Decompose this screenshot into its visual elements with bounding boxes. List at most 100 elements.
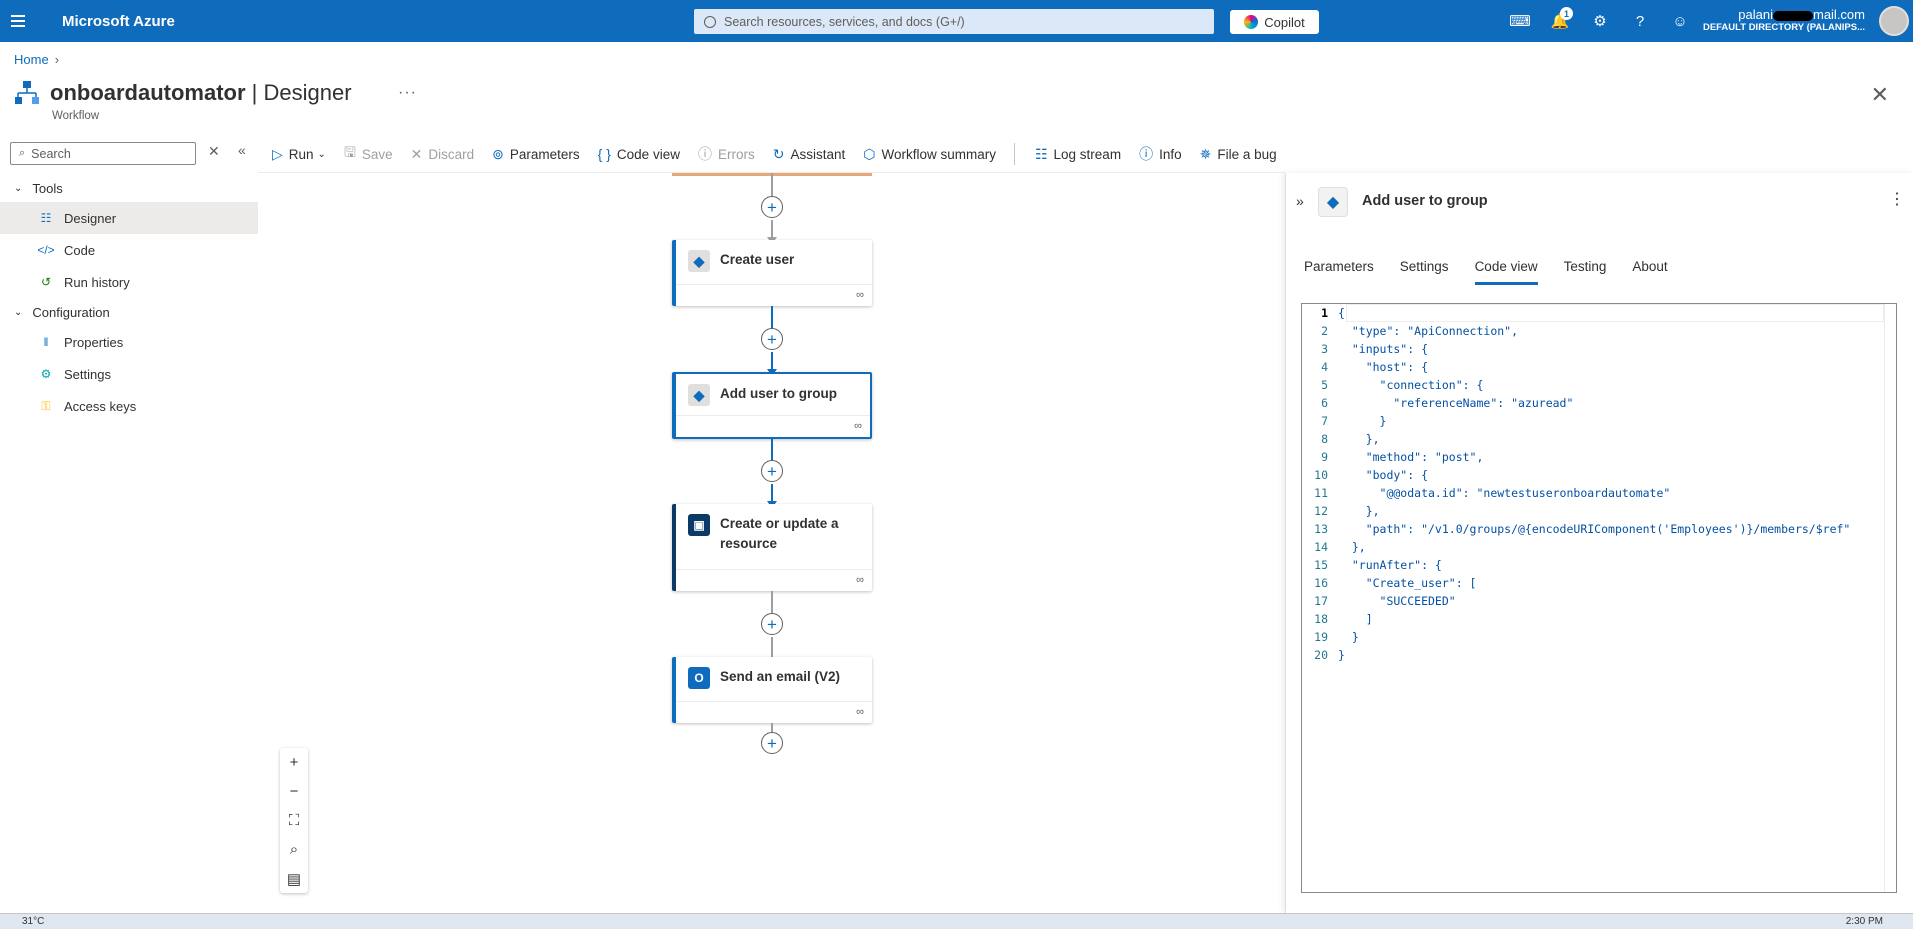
- file-bug-button[interactable]: ✵ File a bug: [1200, 146, 1277, 163]
- sidebar-item-access-keys[interactable]: ⚿ Access keys: [0, 390, 258, 422]
- code-line[interactable]: 19 }: [1302, 628, 1896, 646]
- breadcrumb-home[interactable]: Home: [14, 52, 49, 67]
- notifications-icon[interactable]: 🔔 1: [1540, 0, 1580, 42]
- sidebar-search-input[interactable]: ⌕ Search: [10, 142, 196, 165]
- designer-icon: ☷: [40, 211, 52, 225]
- tab-parameters[interactable]: Parameters: [1304, 259, 1374, 285]
- code-text: "SUCCEEDED": [1338, 594, 1456, 608]
- run-button[interactable]: ▷ Run ⌄: [272, 146, 326, 163]
- designer-canvas[interactable]: + ◆ Create user ∞ + ◆ Add user to group ∞ …: [258, 173, 1285, 913]
- more-options-icon[interactable]: ···: [398, 84, 417, 102]
- taskbar-clock[interactable]: 2:30 PM: [1846, 916, 1883, 927]
- code-line[interactable]: 9 "method": "post",: [1302, 448, 1896, 466]
- code-line[interactable]: 2 "type": "ApiConnection",: [1302, 322, 1896, 340]
- code-line[interactable]: 18 ]: [1302, 610, 1896, 628]
- panel-title[interactable]: Add user to group: [1362, 193, 1488, 209]
- more-options-icon[interactable]: ⋮: [1889, 189, 1905, 209]
- expand-panel-icon[interactable]: »: [1296, 193, 1304, 209]
- avatar[interactable]: [1879, 6, 1909, 36]
- discard-button[interactable]: ✕ Discard: [411, 146, 475, 163]
- code-view-button[interactable]: { } Code view: [598, 146, 680, 162]
- line-number: 7: [1321, 414, 1328, 428]
- workflow-summary-button[interactable]: ⬡ Workflow summary: [863, 146, 996, 163]
- code-editor[interactable]: 1{2 "type": "ApiConnection", 3 "inputs": …: [1301, 303, 1897, 893]
- add-step-button[interactable]: +: [761, 328, 783, 350]
- line-number: 1: [1321, 306, 1328, 320]
- code-line[interactable]: 16 "Create_user": [: [1302, 574, 1896, 592]
- workflow-step-add-user-to-group[interactable]: ◆ Add user to group ∞: [672, 372, 872, 439]
- tab-code-view[interactable]: Code view: [1474, 259, 1538, 285]
- weather-widget[interactable]: 31°C: [22, 916, 44, 927]
- search-icon: [704, 15, 716, 28]
- settings-gear-icon[interactable]: ⚙: [1580, 0, 1620, 42]
- line-number: 16: [1314, 576, 1328, 590]
- workflow-step-create-or-update-resource[interactable]: ▣ Create or update a resource ∞: [672, 504, 872, 591]
- add-step-button[interactable]: +: [761, 613, 783, 635]
- errors-button[interactable]: ⓘ Errors: [698, 144, 755, 164]
- line-number: 19: [1314, 630, 1328, 644]
- tab-testing[interactable]: Testing: [1564, 259, 1607, 285]
- code-line[interactable]: 17 "SUCCEEDED": [1302, 592, 1896, 610]
- chevron-right-icon: ›: [54, 52, 60, 67]
- collapse-sidebar-icon[interactable]: «: [238, 142, 246, 158]
- editor-scrollbar[interactable]: [1884, 304, 1896, 892]
- assistant-button[interactable]: ↻ Assistant: [773, 146, 846, 163]
- copilot-icon: [1244, 15, 1259, 29]
- code-text: "@@odata.id": "newtestuseronboardautomat…: [1338, 486, 1671, 500]
- code-line[interactable]: 4 "host": {: [1302, 358, 1896, 376]
- link-icon: ∞: [856, 706, 864, 718]
- code-line[interactable]: 14 },: [1302, 538, 1896, 556]
- help-icon[interactable]: ?: [1620, 0, 1660, 42]
- cloud-shell-icon[interactable]: ⌨: [1500, 0, 1540, 42]
- workflow-step-send-email[interactable]: O Send an email (V2) ∞: [672, 657, 872, 723]
- sidebar-item-run-history[interactable]: ↺ Run history: [0, 266, 258, 298]
- toolbar-divider: [1013, 143, 1015, 165]
- portal-brand[interactable]: Microsoft Azure: [62, 13, 175, 30]
- workflow-step-create-user[interactable]: ◆ Create user ∞: [672, 240, 872, 306]
- sidebar-item-code[interactable]: </> Code: [0, 234, 258, 266]
- connector: [771, 173, 773, 198]
- add-step-button[interactable]: +: [761, 196, 783, 218]
- tab-settings[interactable]: Settings: [1400, 259, 1449, 285]
- fit-view-icon[interactable]: ⛶: [280, 806, 308, 835]
- close-icon[interactable]: ✕: [1871, 82, 1889, 108]
- parameters-button[interactable]: ⊚ Parameters: [492, 146, 580, 163]
- code-line[interactable]: 11 "@@odata.id": "newtestuseronboardauto…: [1302, 484, 1896, 502]
- line-number: 15: [1314, 558, 1328, 572]
- code-line[interactable]: 13 "path": "/v1.0/groups/@{encodeURIComp…: [1302, 520, 1896, 538]
- code-line[interactable]: 6 "referenceName": "azuread": [1302, 394, 1896, 412]
- add-step-button[interactable]: +: [761, 460, 783, 482]
- clear-search-icon[interactable]: ✕: [208, 143, 220, 160]
- account-info[interactable]: palani mail.com DEFAULT DIRECTORY (PALANI…: [1703, 7, 1865, 33]
- code-line[interactable]: 20}: [1302, 646, 1896, 664]
- log-stream-button[interactable]: ☷ Log stream: [1035, 146, 1121, 163]
- tab-about[interactable]: About: [1632, 259, 1667, 285]
- nav-group-configuration[interactable]: ⌄ Configuration: [0, 298, 258, 326]
- global-search-input[interactable]: Search resources, services, and docs (G+…: [694, 9, 1214, 34]
- sidebar-item-properties[interactable]: ‖ Properties: [0, 326, 258, 358]
- zoom-controls: + − ⛶ ⌕ ▤: [280, 748, 308, 893]
- add-step-button[interactable]: +: [761, 732, 783, 754]
- code-line[interactable]: 12 },: [1302, 502, 1896, 520]
- save-button[interactable]: 🖫 Save: [344, 142, 393, 166]
- code-line[interactable]: 3 "inputs": {: [1302, 340, 1896, 358]
- code-line[interactable]: 5 "connection": {: [1302, 376, 1896, 394]
- outlook-icon: O: [688, 667, 710, 689]
- code-line[interactable]: 8 },: [1302, 430, 1896, 448]
- zoom-out-icon[interactable]: −: [280, 777, 308, 806]
- code-line[interactable]: 15 "runAfter": {: [1302, 556, 1896, 574]
- sidebar-item-settings[interactable]: ⚙ Settings: [0, 358, 258, 390]
- nav-group-tools[interactable]: ⌄ Tools: [0, 174, 258, 202]
- search-icon[interactable]: ⌕: [280, 835, 308, 864]
- zoom-in-icon[interactable]: +: [280, 748, 308, 777]
- copilot-button[interactable]: Copilot: [1230, 10, 1319, 34]
- feedback-icon[interactable]: ☺: [1660, 0, 1700, 42]
- code-line[interactable]: 10 "body": {: [1302, 466, 1896, 484]
- code-text: }: [1338, 630, 1359, 644]
- code-line[interactable]: 7 }: [1302, 412, 1896, 430]
- sidebar-item-designer[interactable]: ☷ Designer: [0, 202, 258, 234]
- line-number: 20: [1314, 648, 1328, 662]
- minimap-icon[interactable]: ▤: [280, 864, 308, 893]
- info-button[interactable]: ⓘ Info: [1139, 144, 1182, 164]
- menu-icon[interactable]: [0, 0, 36, 42]
